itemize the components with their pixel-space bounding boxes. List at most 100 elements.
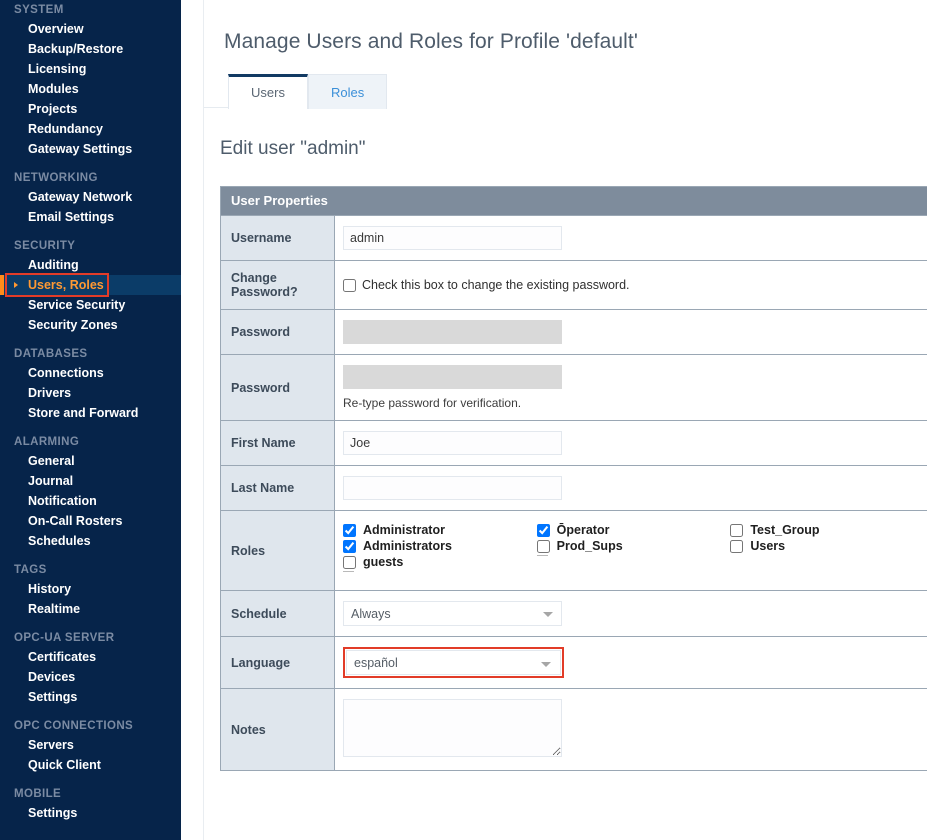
notes-cell bbox=[335, 689, 927, 771]
first-name-label: First Name bbox=[221, 421, 335, 466]
role-checkbox-item[interactable]: Prod_Sups bbox=[537, 539, 731, 554]
role-checkbox[interactable] bbox=[343, 556, 356, 569]
row-password: Password bbox=[221, 310, 927, 355]
last-name-label: Last Name bbox=[221, 466, 335, 511]
change-password-label-line1: Change bbox=[231, 271, 277, 285]
role-checkbox[interactable] bbox=[537, 524, 550, 537]
sidebar-item-licensing[interactable]: Licensing bbox=[0, 59, 181, 79]
sidebar-item-schedules[interactable]: Schedules bbox=[0, 531, 181, 551]
language-label: Language bbox=[221, 637, 335, 689]
role-checkbox[interactable] bbox=[730, 524, 743, 537]
sidebar-item-email-settings[interactable]: Email Settings bbox=[0, 207, 181, 227]
table-header-label: User Properties bbox=[221, 187, 927, 216]
sidebar-item-connections[interactable]: Connections bbox=[0, 363, 181, 383]
password-confirm-input[interactable] bbox=[343, 365, 562, 389]
sidebar-item-label: Backup/Restore bbox=[28, 42, 123, 56]
row-notes: Notes bbox=[221, 689, 927, 771]
change-password-checkbox[interactable] bbox=[343, 279, 356, 292]
sidebar-item-servers[interactable]: Servers bbox=[0, 735, 181, 755]
sidebar-item-label: General bbox=[28, 454, 75, 468]
role-checkbox-item[interactable]: Administrators bbox=[343, 539, 537, 554]
sidebar-item-label: Drivers bbox=[28, 386, 71, 400]
sidebar-item-modules[interactable]: Modules bbox=[0, 79, 181, 99]
schedule-select[interactable]: Always bbox=[343, 601, 562, 626]
nav-group-title: TAGS bbox=[0, 560, 181, 579]
sidebar-item-label: Certificates bbox=[28, 650, 96, 664]
row-change-password: Change Password? Check this box to chang… bbox=[221, 261, 927, 310]
panel-title: Edit user "admin" bbox=[204, 108, 927, 160]
change-password-checkbox-row[interactable]: Check this box to change the existing pa… bbox=[343, 278, 924, 293]
sidebar-item-label: Overview bbox=[28, 22, 84, 36]
sidebar-item-drivers[interactable]: Drivers bbox=[0, 383, 181, 403]
sidebar-item-realtime[interactable]: Realtime bbox=[0, 599, 181, 619]
sidebar-item-devices[interactable]: Devices bbox=[0, 667, 181, 687]
row-first-name: First Name bbox=[221, 421, 927, 466]
sidebar-item-label: Security Zones bbox=[28, 318, 118, 332]
role-label: Prod_Sups bbox=[557, 539, 623, 554]
schedule-label: Schedule bbox=[221, 591, 335, 637]
role-checkbox[interactable] bbox=[730, 540, 743, 553]
sidebar-item-gateway-network[interactable]: Gateway Network bbox=[0, 187, 181, 207]
sidebar-item-quick-client[interactable]: Quick Client bbox=[0, 755, 181, 775]
sidebar-item-label: Modules bbox=[28, 82, 79, 96]
sidebar-item-settings[interactable]: Settings bbox=[0, 803, 181, 823]
role-checkbox-item[interactable]: Users bbox=[730, 539, 924, 554]
role-checkbox-item[interactable]: Ōperator bbox=[537, 523, 731, 538]
sidebar-item-label: Projects bbox=[28, 102, 77, 116]
language-cell: español bbox=[335, 637, 927, 689]
nav-group-gap bbox=[0, 619, 181, 628]
sidebar-item-label: Licensing bbox=[28, 62, 86, 76]
sidebar-item-certificates[interactable]: Certificates bbox=[0, 647, 181, 667]
roles-column: ŌperatorProd_Sups bbox=[537, 523, 731, 580]
sidebar-item-journal[interactable]: Journal bbox=[0, 471, 181, 491]
role-checkbox-item[interactable]: guests bbox=[343, 555, 537, 570]
password-input[interactable] bbox=[343, 320, 562, 344]
last-name-input[interactable] bbox=[343, 476, 562, 500]
nav-group-gap bbox=[0, 227, 181, 236]
sidebar-item-general[interactable]: General bbox=[0, 451, 181, 471]
schedule-cell: Always bbox=[335, 591, 927, 637]
notes-label: Notes bbox=[221, 689, 335, 771]
page-title: Manage Users and Roles for Profile 'defa… bbox=[204, 0, 927, 54]
tab-roles[interactable]: Roles bbox=[308, 74, 387, 109]
sidebar-item-notification[interactable]: Notification bbox=[0, 491, 181, 511]
sidebar-item-backup-restore[interactable]: Backup/Restore bbox=[0, 39, 181, 59]
application-window: SYSTEMOverviewBackup/RestoreLicensingMod… bbox=[0, 0, 927, 840]
sidebar-item-service-security[interactable]: Service Security bbox=[0, 295, 181, 315]
username-input[interactable] bbox=[343, 226, 562, 250]
nav-group-gap bbox=[0, 551, 181, 560]
role-checkbox-item[interactable]: Test_Group bbox=[730, 523, 924, 538]
tab-users[interactable]: Users bbox=[228, 74, 308, 109]
row-username: Username bbox=[221, 216, 927, 261]
sidebar-item-security-zones[interactable]: Security Zones bbox=[0, 315, 181, 335]
sidebar-item-settings[interactable]: Settings bbox=[0, 687, 181, 707]
password-confirm-cell: Re-type password for verification. bbox=[335, 355, 927, 421]
sidebar-item-history[interactable]: History bbox=[0, 579, 181, 599]
role-checkbox[interactable] bbox=[537, 540, 550, 553]
sidebar-item-projects[interactable]: Projects bbox=[0, 99, 181, 119]
first-name-input[interactable] bbox=[343, 431, 562, 455]
sidebar-item-store-and-forward[interactable]: Store and Forward bbox=[0, 403, 181, 423]
role-label: Users bbox=[750, 539, 785, 554]
sidebar-item-auditing[interactable]: Auditing bbox=[0, 255, 181, 275]
password-cell bbox=[335, 310, 927, 355]
language-select[interactable]: español bbox=[346, 650, 561, 675]
sidebar-item-label: Notification bbox=[28, 494, 97, 508]
sidebar-item-users-roles[interactable]: Users, Roles bbox=[0, 275, 181, 295]
sidebar-item-label: Gateway Network bbox=[28, 190, 132, 204]
password-confirm-hint: Re-type password for verification. bbox=[343, 396, 924, 410]
notes-textarea[interactable] bbox=[343, 699, 562, 757]
sidebar-item-gateway-settings[interactable]: Gateway Settings bbox=[0, 139, 181, 159]
role-checkbox-item[interactable]: Administrator bbox=[343, 523, 537, 538]
sidebar-item-label: Connections bbox=[28, 366, 104, 380]
role-checkbox[interactable] bbox=[343, 540, 356, 553]
row-last-name: Last Name bbox=[221, 466, 927, 511]
sidebar-item-label: History bbox=[28, 582, 71, 596]
sidebar-item-overview[interactable]: Overview bbox=[0, 19, 181, 39]
sidebar-item-redundancy[interactable]: Redundancy bbox=[0, 119, 181, 139]
role-checkbox[interactable] bbox=[343, 524, 356, 537]
nav-group-title: MOBILE bbox=[0, 784, 181, 803]
tab-bar: Users Roles bbox=[228, 72, 927, 108]
row-schedule: Schedule Always bbox=[221, 591, 927, 637]
sidebar-item-on-call-rosters[interactable]: On-Call Rosters bbox=[0, 511, 181, 531]
